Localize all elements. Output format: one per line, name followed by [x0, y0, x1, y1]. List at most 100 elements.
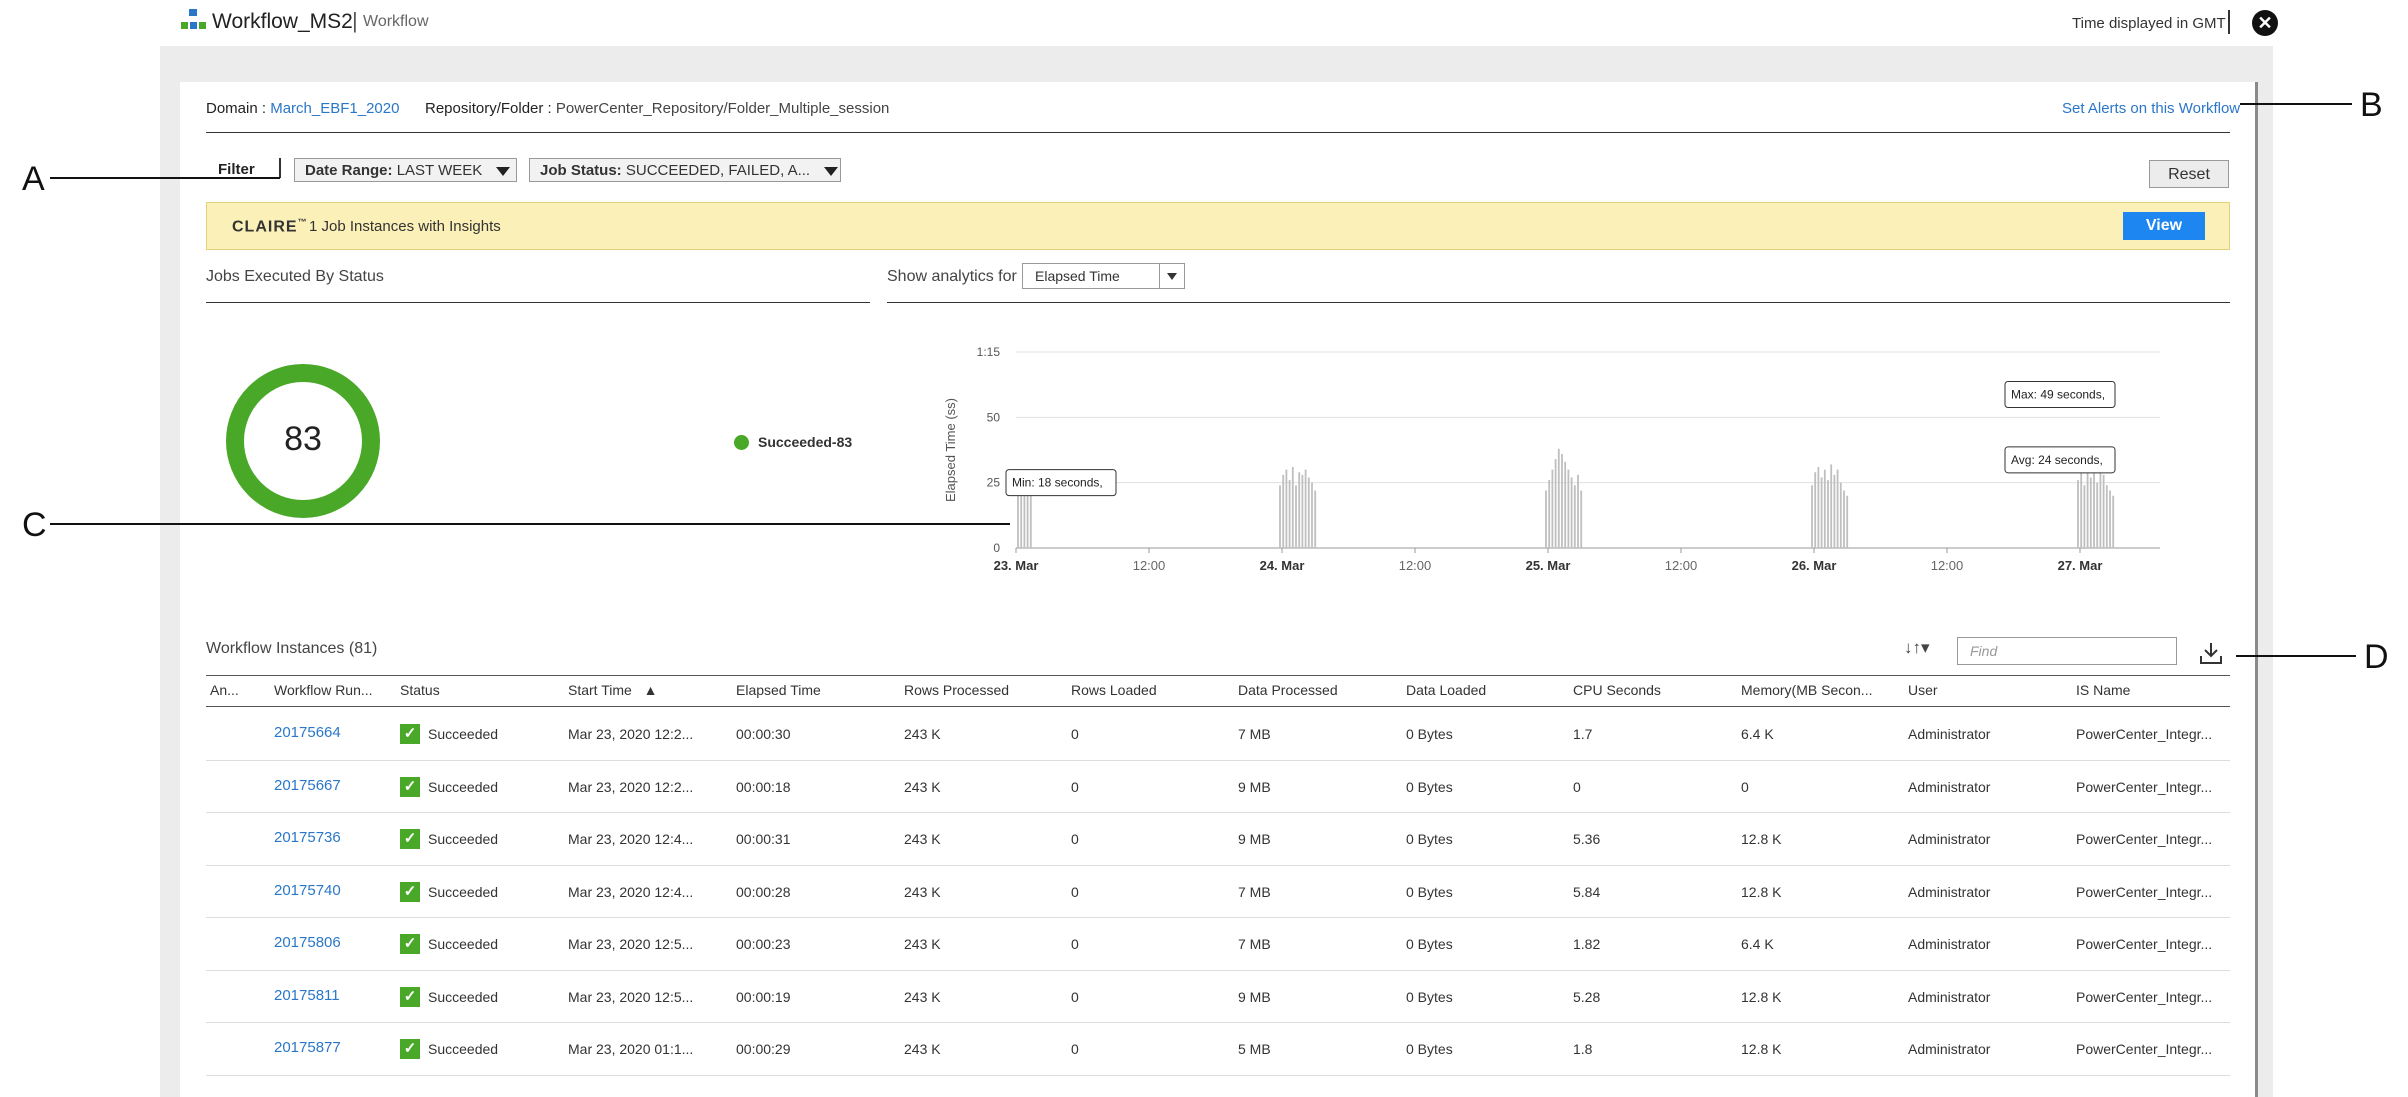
table-cell: 243 K: [904, 726, 941, 742]
job-status-key: Job Status:: [540, 162, 622, 179]
info-divider: [206, 132, 2230, 133]
table-cell: 9 MB: [1238, 831, 1271, 847]
workflow-run-link[interactable]: 20175667: [274, 777, 341, 794]
claire-logo: CLAIRE™: [232, 217, 308, 236]
column-header[interactable]: Data Loaded: [1406, 682, 1486, 698]
table-cell: Administrator: [1908, 726, 1991, 742]
column-header[interactable]: Data Processed: [1238, 682, 1338, 698]
table-cell: 0 Bytes: [1406, 936, 1453, 952]
column-header[interactable]: Rows Loaded: [1071, 682, 1157, 698]
table-cell: PowerCenter_Integr...: [2076, 936, 2213, 952]
table-cell: 0: [1071, 778, 1079, 795]
y-axis-label: Elapsed Time (ss): [943, 398, 958, 502]
status-text: Succeeded: [428, 778, 499, 795]
table-cell: 0 Bytes: [1406, 1041, 1453, 1057]
view-insights-button[interactable]: View: [2123, 212, 2205, 240]
find-input[interactable]: Find: [1957, 637, 2177, 665]
filter-button[interactable]: Filter: [218, 161, 255, 178]
x-tick-label: 12:00: [1133, 558, 1166, 573]
table-cell: 243 K: [904, 988, 941, 1005]
status-divider: [206, 302, 870, 303]
analytics-select[interactable]: Elapsed Time: [1022, 263, 1185, 289]
x-tick-label: 12:00: [1399, 558, 1432, 573]
table-cell: Mar 23, 2020 12:4...: [568, 831, 694, 847]
table-cell: 00:00:29: [736, 1041, 791, 1057]
set-alerts-link[interactable]: Set Alerts on this Workflow: [2062, 100, 2240, 117]
table-row-divider: [206, 1022, 2230, 1023]
date-range-filter[interactable]: Date Range: LAST WEEK: [294, 158, 517, 182]
column-header[interactable]: Elapsed Time: [736, 682, 821, 698]
table-cell: Mar 23, 2020 12:5...: [568, 988, 694, 1005]
column-header[interactable]: Workflow Run...: [274, 682, 373, 698]
table-cell: 0: [1741, 778, 1749, 795]
table-row-divider: [206, 864, 2230, 866]
claire-logo-mark: ™: [297, 217, 308, 227]
annotation-b: B: [2360, 86, 2383, 124]
column-header[interactable]: An...: [210, 682, 239, 698]
table-cell: PowerCenter_Integr...: [2076, 831, 2213, 847]
title-separator: |: [352, 8, 358, 33]
column-header[interactable]: Status: [400, 682, 440, 698]
column-header[interactable]: Start Time ▲: [568, 682, 658, 698]
column-header[interactable]: CPU Seconds: [1573, 682, 1661, 698]
table-cell: 243 K: [904, 778, 941, 795]
download-icon[interactable]: [2198, 640, 2224, 666]
chart-tooltip-text: Min: 18 seconds,: [1012, 476, 1103, 490]
table-cell: Mar 23, 2020 12:2...: [568, 778, 694, 795]
job-status-filter[interactable]: Job Status: SUCCEEDED, FAILED, A...: [529, 158, 841, 182]
table-cell: 0 Bytes: [1406, 831, 1453, 847]
table-row-divider: [206, 917, 2230, 918]
table-cell: Administrator: [1908, 778, 1991, 795]
column-header[interactable]: Memory(MB Secon...: [1741, 682, 1872, 698]
succeeded-check-icon: ✓: [400, 724, 420, 744]
sort-ascending-icon[interactable]: ▲: [640, 682, 658, 698]
x-tick-label: 27. Mar: [2058, 558, 2103, 573]
table-cell: 1.8: [1573, 1041, 1593, 1057]
table-cell: PowerCenter_Integr...: [2076, 778, 2213, 795]
annotation-d-line: [2236, 655, 2356, 657]
domain-label: Domain :: [206, 100, 267, 117]
status-text: Succeeded: [428, 1041, 499, 1057]
workflow-run-link[interactable]: 20175736: [274, 829, 341, 846]
annotation-a-line: [50, 177, 280, 179]
table-cell: 0: [1071, 831, 1079, 847]
table-cell: 0 Bytes: [1406, 726, 1453, 742]
workflow-title: Workflow_MS2: [212, 10, 353, 33]
column-header[interactable]: IS Name: [2076, 682, 2130, 698]
succeeded-check-icon: ✓: [400, 829, 420, 849]
table-cell: 0 Bytes: [1406, 988, 1453, 1005]
x-tick-label: 26. Mar: [1792, 558, 1837, 573]
chevron-down-icon: [496, 166, 511, 176]
succeeded-check-icon: ✓: [400, 881, 420, 902]
sort-icon[interactable]: ↓↑▾: [1904, 638, 1930, 658]
reset-button[interactable]: Reset: [2149, 160, 2229, 188]
chart-tooltip-text: Avg: 24 seconds,: [2011, 453, 2103, 467]
annotation-a: A: [22, 160, 45, 198]
workflow-run-link[interactable]: 20175664: [274, 724, 341, 741]
succeeded-check-icon: ✓: [400, 934, 420, 954]
workflow-subtitle: Workflow: [363, 13, 429, 30]
close-button[interactable]: ✕: [2252, 10, 2278, 36]
top-bar: [0, 0, 2408, 46]
annotation-d: D: [2364, 638, 2389, 676]
x-tick-label: 12:00: [1665, 558, 1698, 573]
date-range-key: Date Range:: [305, 162, 393, 179]
table-cell: 00:00:28: [736, 883, 791, 900]
table-cell: 00:00:31: [736, 831, 791, 847]
timezone-label: Time displayed in GMT: [2072, 15, 2226, 32]
workflow-run-link[interactable]: 20175811: [274, 987, 340, 1004]
column-header[interactable]: Rows Processed: [904, 682, 1009, 698]
table-cell: 00:00:18: [736, 778, 791, 795]
repository-label: Repository/Folder :: [425, 100, 552, 117]
workflow-run-link[interactable]: 20175877: [274, 1039, 341, 1056]
table-cell: 0 Bytes: [1406, 778, 1453, 795]
donut-total: 83: [284, 420, 322, 458]
column-header[interactable]: User: [1908, 682, 1938, 698]
table-cell: 00:00:23: [736, 936, 791, 952]
table-cell: 0: [1071, 988, 1079, 1005]
domain-link[interactable]: March_EBF1_2020: [270, 100, 399, 117]
workflow-run-link[interactable]: 20175806: [274, 934, 341, 951]
workflow-run-link[interactable]: 20175740: [274, 882, 341, 899]
claire-insights-banner: [206, 202, 2230, 250]
y-tick-label: 50: [987, 410, 1001, 424]
